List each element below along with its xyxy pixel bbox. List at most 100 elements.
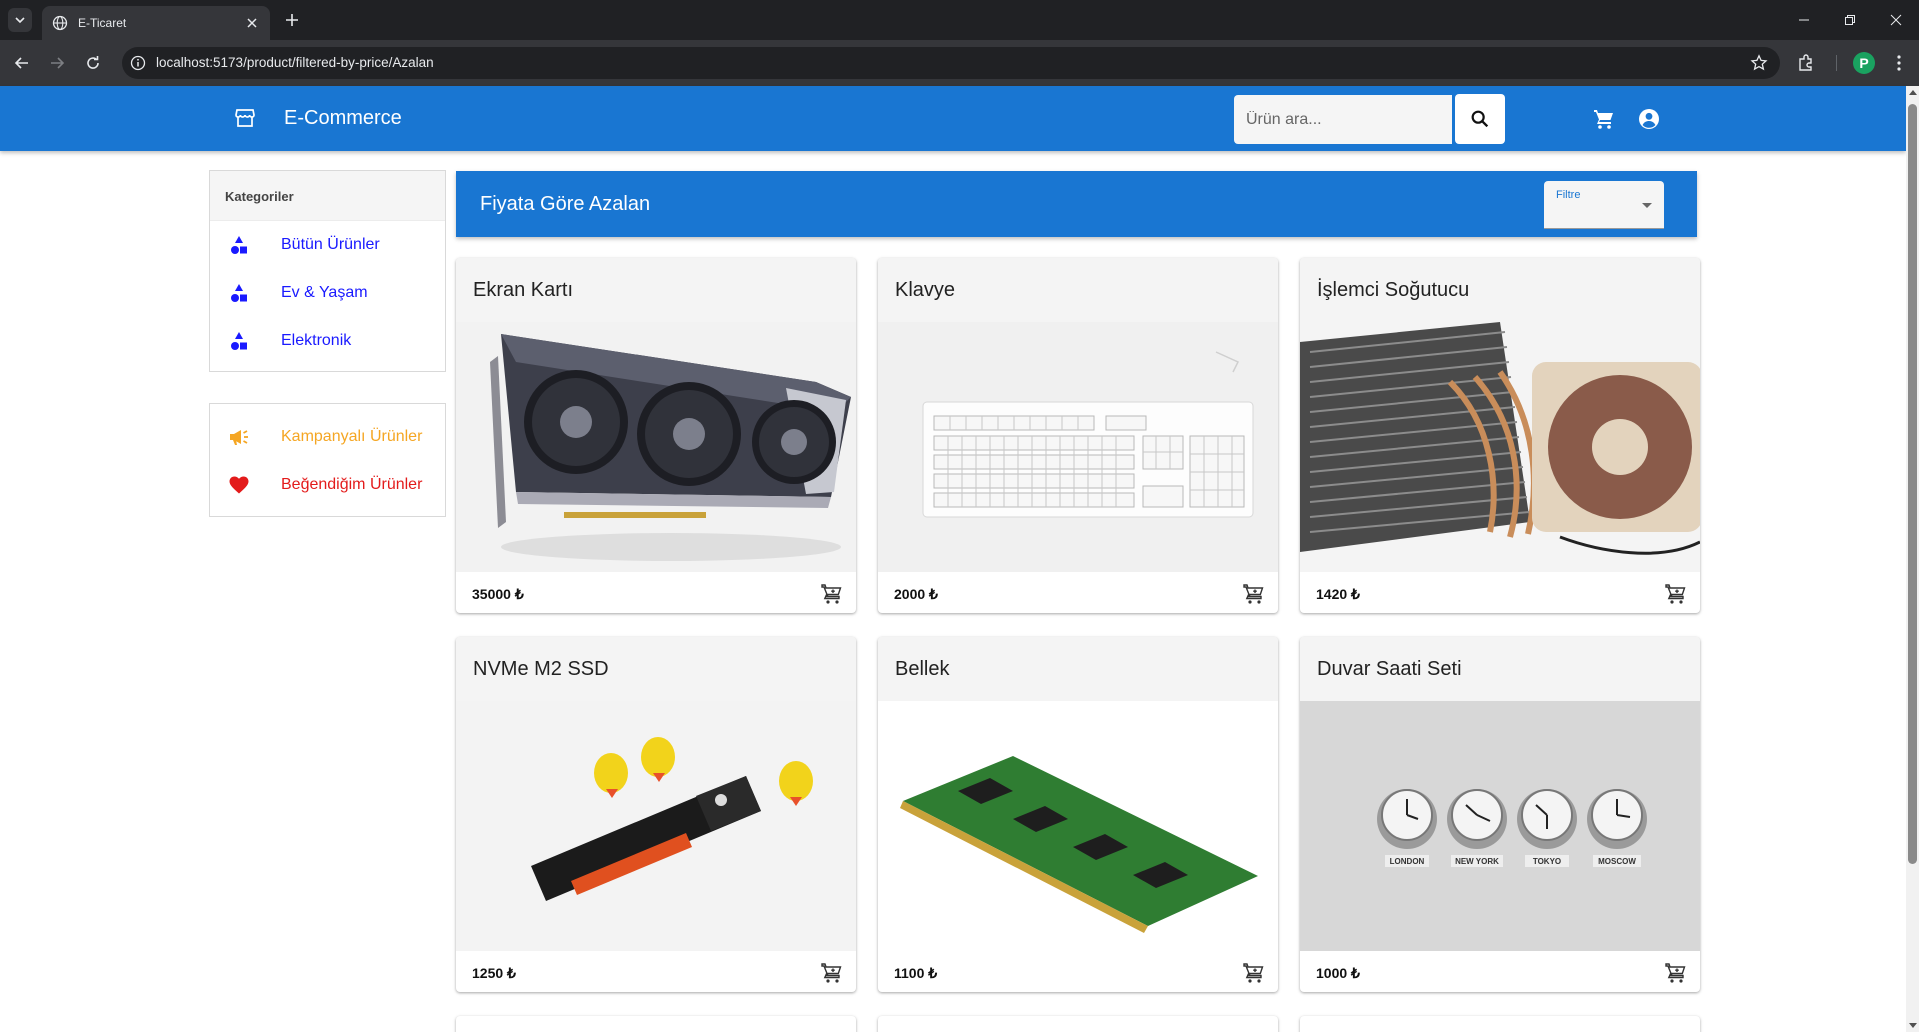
clock-city-london: LONDON <box>1390 857 1425 866</box>
product-name: İşlemci Soğutucu <box>1300 258 1700 322</box>
product-card[interactable]: Duvar Saati Seti LONDON NEW YORK TOKYO M… <box>1300 637 1700 992</box>
product-price: 2000 ₺ <box>894 586 938 602</box>
product-card-footer: 1000 ₺ <box>1300 951 1700 992</box>
scroll-up-arrow-icon[interactable] <box>1909 90 1917 95</box>
sidebar-item-campaign-products[interactable]: Kampanyalı Ürünler <box>210 413 445 461</box>
page-scrollbar[interactable] <box>1906 86 1919 1032</box>
product-card-footer: 1420 ₺ <box>1300 572 1700 613</box>
address-bar[interactable]: localhost:5173/product/filtered-by-price… <box>122 47 1780 79</box>
heart-icon <box>229 476 249 494</box>
app-header: E-Commerce <box>0 86 1906 151</box>
close-icon <box>1890 14 1902 26</box>
cpu-cooler-image <box>1300 322 1700 572</box>
arrow-left-icon <box>14 57 28 69</box>
product-card[interactable]: Ekran Kartı 35000 ₺ <box>456 258 856 613</box>
product-card[interactable]: Klavye 2000 ₺ <box>878 258 1278 613</box>
forward-button[interactable] <box>45 51 69 75</box>
close-window-button[interactable] <box>1873 0 1919 40</box>
tab-search-button[interactable] <box>8 8 32 32</box>
product-card[interactable]: İşlemci Soğutucu 1420 ₺ <box>1300 258 1700 613</box>
product-card-partial[interactable] <box>878 1016 1278 1032</box>
product-price: 35000 ₺ <box>472 586 524 602</box>
clock-city-tokyo: TOKYO <box>1533 857 1561 866</box>
sidebar-item-home-living[interactable]: Ev & Yaşam <box>210 269 445 317</box>
chevron-down-icon <box>15 17 25 24</box>
close-icon[interactable] <box>244 15 260 31</box>
product-card-footer: 2000 ₺ <box>878 572 1278 613</box>
product-price: 1000 ₺ <box>1316 965 1360 981</box>
scroll-down-arrow-icon[interactable] <box>1909 1023 1917 1028</box>
graphics-card-image <box>456 322 856 572</box>
app-title[interactable]: E-Commerce <box>284 107 402 130</box>
memory-module-image <box>878 701 1278 951</box>
search-button[interactable] <box>1455 94 1505 144</box>
product-card[interactable]: Bellek 1100 ₺ <box>878 637 1278 992</box>
product-price: 1250 ₺ <box>472 965 516 981</box>
categories-panel: Kategoriler Bütün Ürünler Ev & Yaşam Ele… <box>209 170 446 372</box>
browser-tab-active[interactable]: E-Ticaret <box>42 6 270 40</box>
product-image-graphics-card[interactable] <box>456 322 856 572</box>
sidebar-item-favorite-products[interactable]: Beğendiğim Ürünler <box>210 461 445 509</box>
bookmark-star-icon[interactable] <box>1750 54 1768 72</box>
sidebar-item-label: Elektronik <box>281 332 352 349</box>
product-card-footer: 1250 ₺ <box>456 951 856 992</box>
restore-button[interactable] <box>1827 0 1873 40</box>
add-shopping-cart-icon[interactable] <box>1242 961 1266 985</box>
restore-icon <box>1845 15 1855 25</box>
shopping-cart-icon[interactable] <box>1592 107 1616 131</box>
product-image-memory-module[interactable] <box>878 701 1278 951</box>
product-card-partial[interactable] <box>456 1016 856 1032</box>
product-price: 1100 ₺ <box>894 965 938 981</box>
product-image-nvme-ssd[interactable] <box>456 701 856 951</box>
keyboard-image <box>878 322 1278 572</box>
sort-title-bar: Fiyata Göre Azalan Filtre <box>456 171 1697 237</box>
site-info-icon[interactable] <box>130 55 146 71</box>
clock-city-new-york: NEW YORK <box>1455 857 1499 866</box>
profile-avatar[interactable]: P <box>1853 52 1875 74</box>
tab-title: E-Ticaret <box>78 16 127 30</box>
product-card-footer: 35000 ₺ <box>456 572 856 613</box>
clock-city-moscow: MOSCOW <box>1598 857 1636 866</box>
add-shopping-cart-icon[interactable] <box>1664 582 1688 606</box>
product-image-cpu-cooler[interactable] <box>1300 322 1700 572</box>
sidebar-item-label: Kampanyalı Ürünler <box>281 428 423 445</box>
scrollbar-thumb[interactable] <box>1908 104 1917 864</box>
add-shopping-cart-icon[interactable] <box>1664 961 1688 985</box>
minimize-button[interactable] <box>1781 0 1827 40</box>
wall-clock-set-image: LONDON NEW YORK TOKYO MOSCOW <box>1300 701 1700 951</box>
sidebar-item-all-products[interactable]: Bütün Ürünler <box>210 221 445 269</box>
add-shopping-cart-icon[interactable] <box>820 582 844 606</box>
category-icon <box>231 332 247 350</box>
arrow-right-icon <box>51 57 65 69</box>
account-circle-icon[interactable] <box>1637 107 1661 131</box>
url-text: localhost:5173/product/filtered-by-price… <box>156 55 434 70</box>
reload-button[interactable] <box>81 51 105 75</box>
product-price: 1420 ₺ <box>1316 586 1360 602</box>
add-shopping-cart-icon[interactable] <box>1242 582 1266 606</box>
new-tab-plus-icon[interactable] <box>282 10 302 30</box>
sidebar-item-label: Bütün Ürünler <box>281 236 380 253</box>
filter-select[interactable]: Filtre <box>1544 181 1664 229</box>
globe-icon <box>52 15 68 31</box>
product-name: Duvar Saati Seti <box>1300 637 1700 701</box>
product-search-input[interactable] <box>1234 95 1452 144</box>
product-name: Klavye <box>878 258 1278 322</box>
extensions-puzzle-icon[interactable] <box>1796 53 1816 73</box>
back-button[interactable] <box>10 51 34 75</box>
sidebar-item-electronics[interactable]: Elektronik <box>210 317 445 365</box>
category-icon <box>231 236 247 254</box>
product-card[interactable]: NVMe M2 SSD 1250 ₺ <box>456 637 856 992</box>
campaign-megaphone-icon <box>230 430 248 445</box>
product-card-partial[interactable] <box>1300 1016 1700 1032</box>
product-card-footer: 1100 ₺ <box>878 951 1278 992</box>
store-icon[interactable] <box>233 106 257 130</box>
product-image-keyboard[interactable] <box>878 322 1278 572</box>
more-vert-icon[interactable] <box>1889 53 1909 73</box>
categories-heading: Kategoriler <box>210 171 445 221</box>
sidebar-item-label: Ev & Yaşam <box>281 284 368 301</box>
product-name: Ekran Kartı <box>456 258 856 322</box>
reload-icon <box>87 56 99 69</box>
add-shopping-cart-icon[interactable] <box>820 961 844 985</box>
minimize-icon <box>1799 19 1809 21</box>
product-image-wall-clock-set[interactable]: LONDON NEW YORK TOKYO MOSCOW <box>1300 701 1700 951</box>
